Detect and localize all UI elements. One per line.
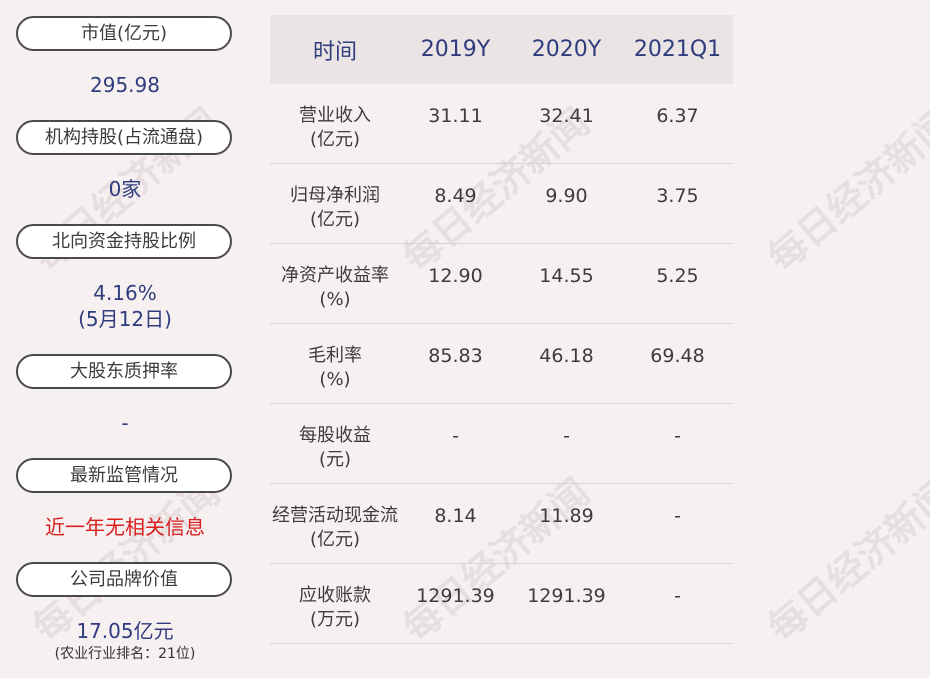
metric-unit: (元): [318, 449, 352, 470]
metric-unit: (亿元): [309, 129, 361, 150]
table-row: 毛利率 (%) 85.83 46.18 69.48: [270, 324, 733, 404]
regulation-label: 最新监管情况: [16, 458, 232, 493]
pledge-rate-label: 大股东质押率: [16, 354, 232, 389]
table-cell: -: [674, 425, 681, 447]
row-metric-name: 每股收益 (元): [270, 424, 400, 483]
table-row: 营业收入 (亿元) 31.11 32.41 6.37: [270, 84, 733, 164]
watermark: 每日经济新闻: [759, 470, 930, 651]
header-2020: 2020Y: [531, 37, 602, 62]
institutional-holding-value: 0家: [108, 177, 142, 201]
row-metric-name: 应收账款 (万元): [270, 584, 400, 643]
financial-table: 时间 2019Y 2020Y 2021Q1 营业收入 (亿元) 31.11 32.41…: [270, 15, 733, 644]
metric-label: 营业收入: [299, 105, 371, 126]
northbound-ratio-label: 北向资金持股比例: [16, 224, 232, 259]
metric-label: 归母净利润: [290, 185, 380, 206]
table-cell: 1291.39: [527, 585, 606, 607]
market-cap-label: 市值(亿元): [16, 16, 232, 51]
table-cell: -: [674, 505, 681, 527]
brand-rank-note: (农业行业排名：21位): [54, 646, 196, 662]
metric-unit: (亿元): [309, 529, 361, 550]
header-period: 时间: [312, 39, 357, 65]
table-cell: 6.37: [656, 105, 699, 127]
metric-unit: (%): [319, 369, 351, 390]
metric-unit: (亿元): [309, 209, 361, 230]
table-cell: -: [674, 585, 681, 607]
table-cell: -: [452, 425, 459, 447]
table-cell: 31.11: [428, 105, 483, 127]
brand-value-label: 公司品牌价值: [16, 562, 232, 597]
table-cell: 3.75: [656, 185, 699, 207]
table-row: 应收账款 (万元) 1291.39 1291.39 -: [270, 564, 733, 644]
table-row: 归母净利润 (亿元) 8.49 9.90 3.75: [270, 164, 733, 244]
watermark: 每日经济新闻: [759, 100, 930, 281]
row-metric-name: 净资产收益率 (%): [270, 264, 400, 323]
metric-label: 经营活动现金流: [272, 505, 398, 526]
row-metric-name: 营业收入 (亿元): [270, 104, 400, 163]
metric-label: 应收账款: [299, 585, 371, 606]
table-cell: 1291.39: [416, 585, 495, 607]
institutional-holding-label: 机构持股(占流通盘): [16, 120, 232, 155]
table-cell: 5.25: [656, 265, 699, 287]
northbound-ratio-date: (5月12日): [78, 307, 172, 331]
table-cell: 8.14: [434, 505, 477, 527]
metric-label: 每股收益: [299, 425, 371, 446]
table-row: 净资产收益率 (%) 12.90 14.55 5.25: [270, 244, 733, 324]
northbound-ratio-value: 4.16%: [93, 281, 157, 305]
table-cell: 69.48: [650, 345, 705, 367]
metric-label: 净资产收益率: [281, 265, 389, 286]
key-metrics-panel: 市值(亿元) 295.98 机构持股(占流通盘) 0家 北向资金持股比例 4.1…: [0, 0, 250, 678]
table-cell: 32.41: [539, 105, 594, 127]
table-cell: -: [563, 425, 570, 447]
header-2021q1: 2021Q1: [633, 37, 722, 62]
table-row: 经营活动现金流 (亿元) 8.14 11.89 -: [270, 484, 733, 564]
table-cell: 46.18: [539, 345, 594, 367]
table-cell: 14.55: [539, 265, 594, 287]
table-cell: 85.83: [428, 345, 483, 367]
row-metric-name: 经营活动现金流 (亿元): [270, 504, 400, 563]
metric-unit: (%): [319, 289, 351, 310]
table-header: 时间 2019Y 2020Y 2021Q1: [270, 15, 733, 84]
metric-label: 毛利率: [308, 345, 362, 366]
market-cap-value: 295.98: [90, 73, 160, 97]
brand-value-value: 17.05亿元: [76, 619, 174, 643]
regulation-value: 近一年无相关信息: [45, 515, 205, 539]
table-row: 每股收益 (元) - - -: [270, 404, 733, 484]
header-2019: 2019Y: [420, 37, 491, 62]
table-cell: 9.90: [545, 185, 588, 207]
table-cell: 8.49: [434, 185, 477, 207]
table-cell: 12.90: [428, 265, 483, 287]
pledge-rate-value: -: [121, 411, 129, 435]
table-cell: 11.89: [539, 505, 594, 527]
row-metric-name: 归母净利润 (亿元): [270, 184, 400, 243]
metric-unit: (万元): [309, 609, 361, 630]
row-metric-name: 毛利率 (%): [270, 344, 400, 403]
